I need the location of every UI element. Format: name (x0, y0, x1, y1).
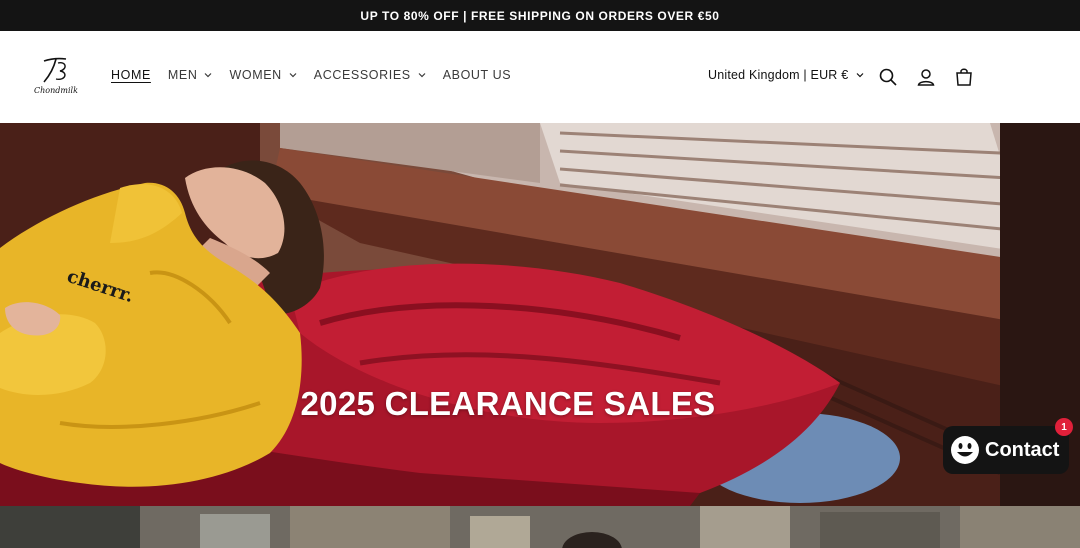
cart-icon[interactable] (952, 65, 976, 89)
nav-item-label: ACCESSORIES (313, 68, 411, 82)
nav-item-accessories[interactable]: ACCESSORIES (314, 68, 426, 82)
hero-banner[interactable]: cherrr. 2025 CLEARANCE SALES (0, 123, 1080, 506)
account-icon[interactable] (914, 65, 938, 89)
nav-item-label: MEN (167, 68, 198, 82)
announcement-text: UP TO 80% OFF | FREE SHIPPING ON ORDERS … (360, 8, 720, 23)
nav-item-label: ABOUT US (442, 68, 512, 82)
nav-item-home[interactable]: HOME (111, 68, 151, 82)
chevron-down-icon (856, 73, 864, 78)
brand-logo[interactable]: Chondmilk (32, 55, 80, 99)
chevron-down-icon (418, 73, 426, 78)
country-currency-selector[interactable]: United Kingdom | EUR € (708, 68, 864, 82)
contact-chat-button[interactable]: Contact (943, 426, 1069, 474)
logo-mark-icon (43, 57, 67, 83)
nav-item-men[interactable]: MEN (168, 68, 213, 82)
search-icon[interactable] (876, 65, 900, 89)
nav-item-women[interactable]: WOMEN (229, 68, 297, 82)
nav-item-label: WOMEN (229, 68, 282, 82)
notification-badge: 1 (1055, 418, 1073, 436)
nav-item-label: HOME (111, 68, 151, 82)
street-photo (0, 506, 1080, 548)
chevron-down-icon (289, 73, 297, 78)
announcement-bar: UP TO 80% OFF | FREE SHIPPING ON ORDERS … (0, 0, 1080, 31)
secondary-banner-image[interactable] (0, 506, 1080, 548)
contact-label: Contact (985, 438, 1060, 461)
smiley-chat-icon (951, 436, 979, 464)
site-header: Chondmilk HOME MEN WOMEN ACCESSORIES ABO… (0, 31, 1080, 123)
hero-title: 2025 CLEARANCE SALES (300, 385, 716, 422)
brand-name: Chondmilk (34, 86, 78, 95)
chevron-down-icon (205, 73, 212, 78)
hero-image (0, 123, 1080, 506)
main-nav: HOME MEN WOMEN ACCESSORIES ABOUT US (111, 68, 528, 82)
locale-label: United Kingdom | EUR € (708, 68, 849, 82)
nav-item-about-us[interactable]: ABOUT US (443, 68, 511, 82)
